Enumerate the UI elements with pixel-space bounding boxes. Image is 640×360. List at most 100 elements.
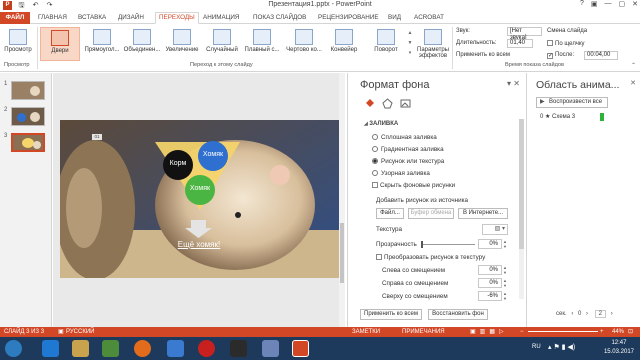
tab-slideshow[interactable]: ПОКАЗ СЛАЙДОВ [253,12,306,24]
firefox-taskbar-icon[interactable] [134,340,151,357]
transition-random[interactable]: Случайный [202,27,242,61]
page-next-icon[interactable]: › [611,311,613,317]
transition-fade[interactable]: Плавный с... [242,27,282,61]
minimize-button[interactable]: — [605,0,612,8]
picture-tab-icon[interactable] [400,98,411,109]
thumbnail-slide-1[interactable] [11,81,45,100]
scroll-thumb[interactable] [340,223,344,283]
gallery-scroll[interactable]: ▲ ▼ ▾ [407,28,413,60]
zoom-out-icon[interactable]: − [520,327,524,337]
view-buttons[interactable]: ▣▥▦▷ [470,327,508,337]
collapse-ribbon-icon[interactable]: ⌃ [631,62,636,69]
animation-item[interactable]: 0 ★ Схема 3 [540,113,575,120]
scroll-thumb[interactable] [519,119,524,249]
duration-input[interactable]: 01,40 [507,39,533,48]
right-offset-input[interactable]: 0% [478,278,502,288]
workspace-scrollbar[interactable] [339,73,345,327]
tab-view[interactable]: ВИД [388,12,401,24]
maximize-button[interactable]: ▢ [619,0,626,8]
spin-arrows-icon[interactable]: ▲ ▼ [503,278,508,288]
effect-options-button[interactable]: Параметры эффектов [415,27,451,61]
zoom-level[interactable]: 44% [612,327,624,337]
sec-prev-icon[interactable]: ‹ [571,311,573,317]
solid-fill-radio[interactable]: Сплошная заливка [372,134,437,141]
tab-file[interactable]: ФАЙЛ [0,12,30,24]
after-checkbox[interactable]: После: [547,52,574,59]
picture-fill-radio[interactable]: Рисунок или текстура [372,158,444,165]
transparency-input[interactable]: 0% [478,239,502,249]
sec-value: 0 [577,311,582,317]
fill-tab-icon[interactable] [364,98,375,109]
on-click-checkbox[interactable]: По щелчку [547,40,585,47]
effects-tab-icon[interactable] [382,98,393,109]
spin-arrows-icon[interactable]: ▲ ▼ [503,239,508,249]
spellcheck-icon[interactable]: ▣ [58,327,64,337]
tab-acrobat[interactable]: ACROBAT [414,12,444,24]
tab-animation[interactable]: АНИМАЦИЯ [203,12,239,24]
fill-section-header[interactable]: ЗАЛИВКА [364,121,398,127]
transition-zoom[interactable]: Увеличение [162,27,202,61]
clock[interactable]: 12:47 15.03.2017 [604,339,634,357]
texture-picker[interactable]: ▨ ▾ [482,224,508,235]
clipboard-button[interactable]: Буфер обмена [408,208,454,219]
slider-handle[interactable] [421,241,423,248]
fit-slide-icon[interactable]: ⊡ [628,327,633,337]
spin-arrows-icon[interactable]: ▲ ▼ [503,265,508,275]
apply-all-ribbon-button[interactable]: Применить ко всем [456,52,510,58]
tab-transitions[interactable]: ПЕРЕХОДЫ [155,12,199,24]
transition-rotate[interactable]: Поворот [366,27,406,61]
media-taskbar-icon[interactable] [102,340,119,357]
tab-design[interactable]: ДИЗАЙН [118,12,144,24]
spin-arrows-icon[interactable]: ▲ ▼ [503,291,508,301]
ie-taskbar-icon[interactable] [42,340,59,357]
explorer-taskbar-icon[interactable] [72,340,89,357]
zoom-in-icon[interactable]: + [600,327,604,337]
tile-checkbox[interactable]: Преобразовать рисунок в текстуру [376,254,485,261]
ribbon-display-icon[interactable]: ▣ [591,0,598,8]
page-value[interactable]: 2 [594,310,607,318]
input-language[interactable]: RU [532,344,541,350]
close-button[interactable]: ✕ [632,0,638,8]
internet-button[interactable]: В Интернете... [458,208,508,219]
comments-button[interactable]: ПРИМЕЧАНИЯ [402,327,445,337]
transition-doors[interactable]: Двери [40,27,80,61]
play-all-button[interactable]: Воспроизвести все [536,97,608,108]
tray-icons[interactable]: ▴ ⚑ ▮ ◀) [548,343,575,351]
pane-close-icon[interactable]: ▾ ✕ [507,79,520,88]
start-button-icon[interactable] [5,340,22,357]
opera-taskbar-icon[interactable] [198,340,215,357]
tab-review[interactable]: РЕЦЕНЗИРОВАНИЕ [318,12,379,24]
sound-select[interactable]: [Нет звука] [507,27,542,41]
thumbnail-slide-2[interactable] [11,107,45,126]
powerpoint-taskbar-icon[interactable] [292,340,309,357]
file-button[interactable]: Файл... [376,208,404,219]
chat-taskbar-icon[interactable] [167,340,184,357]
sec-next-icon[interactable]: › [586,311,588,317]
top-offset-input[interactable]: -6% [478,291,502,301]
transition-shape[interactable]: Прямоугол... [82,27,122,61]
pattern-fill-radio[interactable]: Узорная заливка [372,170,430,177]
transparency-slider[interactable] [421,244,475,245]
tab-insert[interactable]: ВСТАВКА [78,12,106,24]
transition-ferris[interactable]: Чертово ко... [284,27,324,61]
reset-background-button[interactable]: Восстановить фон [428,309,488,320]
tab-home[interactable]: ГЛАВНАЯ [38,12,67,24]
pane-close-icon[interactable]: ✕ [630,79,636,87]
left-offset-input[interactable]: 0% [478,265,502,275]
app-taskbar-icon[interactable] [230,340,247,357]
help-icon[interactable]: ? [580,0,584,8]
apply-to-all-button[interactable]: Применить ко всем [360,309,422,320]
transition-conveyor[interactable]: Конвейер [324,27,364,61]
thumbnail-slide-3[interactable] [11,133,45,152]
after-time-input[interactable]: 00:04,00 [584,51,618,60]
tool-taskbar-icon[interactable] [262,340,279,357]
zoom-slider[interactable] [528,331,598,332]
gradient-fill-radio[interactable]: Градиентная заливка [372,146,444,153]
hide-background-checkbox[interactable]: Скрыть фоновые рисунки [372,182,455,189]
pane-scrollbar[interactable] [519,119,524,299]
transition-merge[interactable]: Объединен... [122,27,162,61]
preview-button[interactable]: Просмотр [2,27,34,61]
notes-button[interactable]: ЗАМЕТКИ [352,327,380,337]
language-indicator[interactable]: РУССКИЙ [66,327,94,337]
current-slide[interactable]: Корм Хомяк Хомяк Ещё хомяк! 01 [60,120,341,278]
